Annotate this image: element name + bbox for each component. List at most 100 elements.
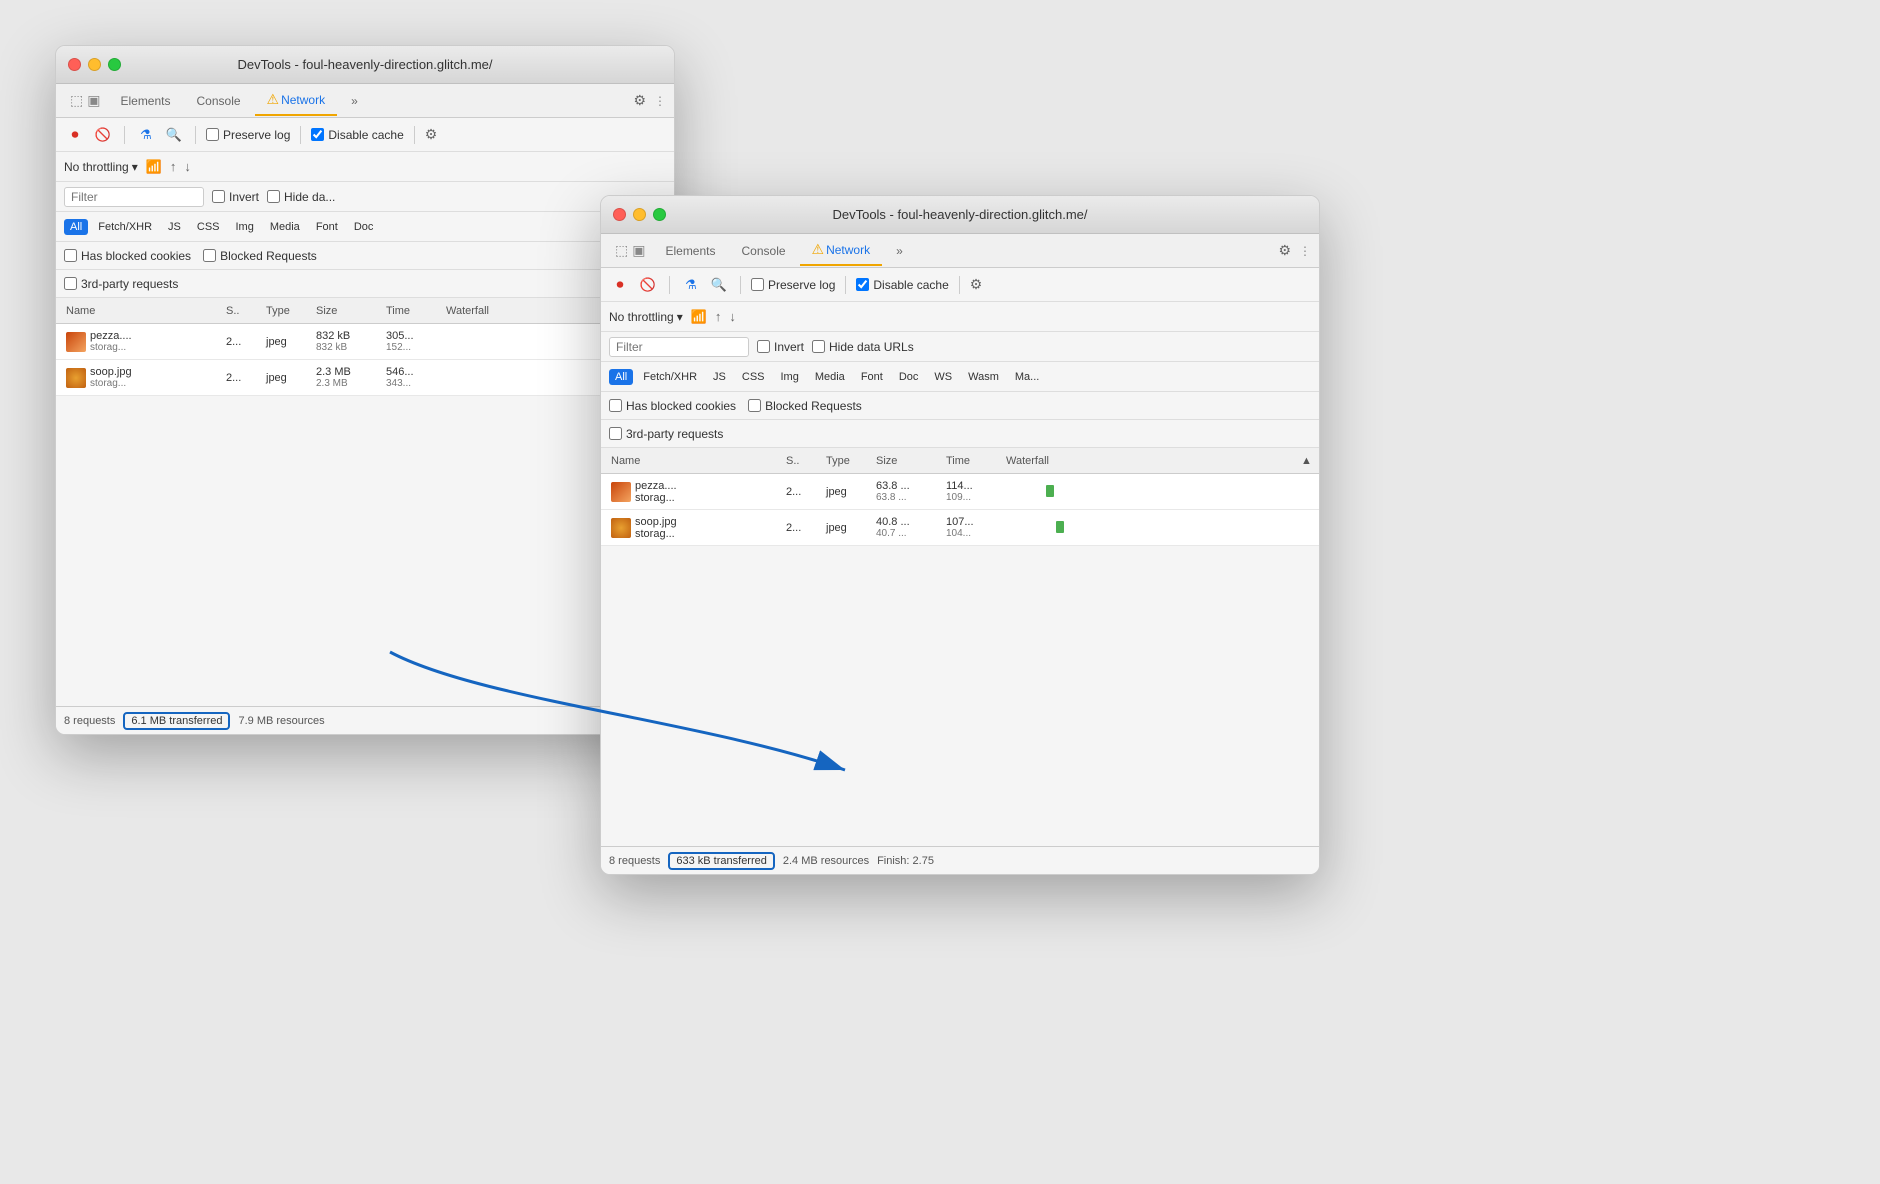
blocked-requests-1[interactable]: Blocked Requests [203,249,317,263]
filter-button-1[interactable]: ⚗ [135,124,157,146]
more-icon-2[interactable]: ⋮ [1299,244,1311,258]
tag-img-1[interactable]: Img [230,219,260,235]
tag-js-2[interactable]: JS [707,369,732,385]
throttle-select-2[interactable]: No throttling ▾ [609,310,683,324]
tag-fetchxhr-2[interactable]: Fetch/XHR [637,369,703,385]
tag-media-2[interactable]: Media [809,369,851,385]
tag-all-1[interactable]: All [64,219,88,235]
td-waterfall-2-0 [1000,484,1295,499]
resources-stat-1: 7.9 MB resources [238,715,324,727]
tag-js-1[interactable]: JS [162,219,187,235]
clear-button-2[interactable]: 🚫 [637,274,659,296]
throttle-select-1[interactable]: No throttling ▾ [64,160,138,174]
invert-checkbox-2[interactable]: Invert [757,340,804,354]
close-button-1[interactable] [68,58,81,71]
preserve-log-input-2[interactable] [751,278,764,291]
invert-input-1[interactable] [212,190,225,203]
network-settings-icon-1[interactable]: ⚙ [425,126,438,143]
th-sort-2[interactable]: ▲ [1295,455,1315,467]
td-type-1-1: jpeg [260,372,310,384]
invert-checkbox-1[interactable]: Invert [212,190,259,204]
invert-input-2[interactable] [757,340,770,353]
tag-media-1[interactable]: Media [264,219,306,235]
window-title-2: DevTools - foul-heavenly-direction.glitc… [832,207,1087,222]
device-icon[interactable]: ▣ [87,92,100,109]
blocked-requests-2[interactable]: Blocked Requests [748,399,862,413]
tag-img-2[interactable]: Img [775,369,805,385]
hide-data-input-2[interactable] [812,340,825,353]
record-button-2[interactable]: ⏺ [609,274,631,296]
tab-elements-1[interactable]: Elements [108,88,182,114]
settings-icon-2[interactable]: ⚙ [1278,242,1291,259]
preserve-log-input-1[interactable] [206,128,219,141]
preserve-log-checkbox-2[interactable]: Preserve log [751,278,835,292]
th-size-1: Size [310,305,380,317]
table-row-1-0[interactable]: pezza.... storag... 2... jpeg 832 kB 832… [56,324,674,360]
filter-button-2[interactable]: ⚗ [680,274,702,296]
network-settings-icon-2[interactable]: ⚙ [970,276,983,293]
tag-css-1[interactable]: CSS [191,219,226,235]
tag-doc-2[interactable]: Doc [893,369,925,385]
hide-data-checkbox-2[interactable]: Hide data URLs [812,340,914,354]
th-size-2: Size [870,455,940,467]
tag-font-1[interactable]: Font [310,219,344,235]
download-icon-1: ↓ [184,159,191,174]
third-party-1[interactable]: 3rd-party requests [64,277,178,291]
blocked-cookies-2[interactable]: Has blocked cookies [609,399,736,413]
tag-doc-1[interactable]: Doc [348,219,380,235]
tab-more-1[interactable]: » [339,88,370,114]
tag-manifest-2[interactable]: Ma... [1009,369,1045,385]
tab-network-1[interactable]: ⚠Network [255,85,338,116]
device-icon-2[interactable]: ▣ [632,242,645,259]
devtools-tab-bar-2: ⬚ ▣ Elements Console ⚠Network » ⚙ ⋮ [601,234,1319,268]
td-status-1-0: 2... [220,336,260,348]
clear-button-1[interactable]: 🚫 [92,124,114,146]
table-row-1-1[interactable]: soop.jpg storag... 2... jpeg 2.3 MB 2.3 … [56,360,674,396]
td-status-2-1: 2... [780,522,820,534]
maximize-button-2[interactable] [653,208,666,221]
tab-elements-2[interactable]: Elements [653,238,727,264]
inspector-icon-2[interactable]: ⬚ [615,242,628,259]
table-row-2-0[interactable]: pezza.... storag... 2... jpeg 63.8 ... 6… [601,474,1319,510]
tab-more-2[interactable]: » [884,238,915,264]
more-icon-1[interactable]: ⋮ [654,94,666,108]
filter-input-1[interactable] [64,187,204,207]
tag-wasm-2[interactable]: Wasm [962,369,1005,385]
preserve-log-checkbox-1[interactable]: Preserve log [206,128,290,142]
filter-input-2[interactable] [609,337,749,357]
disable-cache-checkbox-1[interactable]: Disable cache [311,128,403,142]
minimize-button-1[interactable] [88,58,101,71]
record-button-1[interactable]: ⏺ [64,124,86,146]
filter-tags-row-2: All Fetch/XHR JS CSS Img Media Font Doc … [601,362,1319,392]
hide-data-checkbox-1[interactable]: Hide da... [267,190,335,204]
hide-data-input-1[interactable] [267,190,280,203]
tag-ws-2[interactable]: WS [928,369,958,385]
throttle-chevron-2: ▾ [677,310,683,324]
close-button-2[interactable] [613,208,626,221]
maximize-button-1[interactable] [108,58,121,71]
search-button-2[interactable]: 🔍 [708,274,730,296]
disable-cache-input-1[interactable] [311,128,324,141]
tag-fetchxhr-1[interactable]: Fetch/XHR [92,219,158,235]
settings-icon-1[interactable]: ⚙ [633,92,646,109]
disable-cache-checkbox-2[interactable]: Disable cache [856,278,948,292]
third-party-2[interactable]: 3rd-party requests [609,427,723,441]
tab-network-2[interactable]: ⚠Network [800,235,883,266]
td-status-1-1: 2... [220,372,260,384]
minimize-button-2[interactable] [633,208,646,221]
blocked-cookies-1[interactable]: Has blocked cookies [64,249,191,263]
td-type-1-0: jpeg [260,336,310,348]
tag-css-2[interactable]: CSS [736,369,771,385]
tab-console-1[interactable]: Console [185,88,253,114]
th-time-1: Time [380,305,440,317]
tab-console-2[interactable]: Console [730,238,798,264]
tag-all-2[interactable]: All [609,369,633,385]
inspector-icons-1: ⬚ ▣ [64,88,106,113]
table-row-2-1[interactable]: soop.jpg storag... 2... jpeg 40.8 ... 40… [601,510,1319,546]
inspector-icon[interactable]: ⬚ [70,92,83,109]
tag-font-2[interactable]: Font [855,369,889,385]
disable-cache-input-2[interactable] [856,278,869,291]
search-button-1[interactable]: 🔍 [163,124,185,146]
td-time-2-0: 114... 109... [940,480,1000,503]
checkboxes-row-1b: 3rd-party requests [56,270,674,298]
